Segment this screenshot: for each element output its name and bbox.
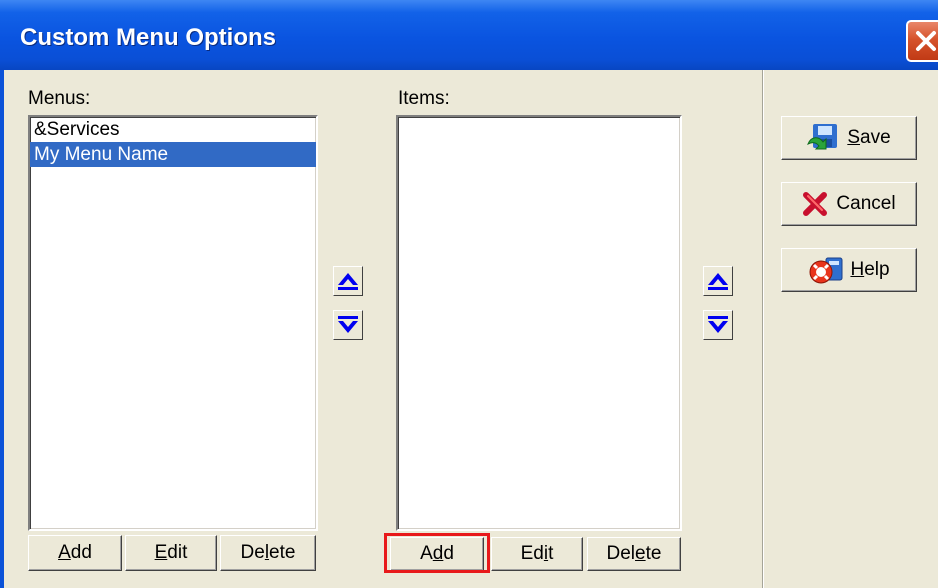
- items-move-up-button[interactable]: [703, 266, 733, 296]
- custom-menu-options-dialog: Custom Menu Options Menus: &Services My …: [0, 0, 938, 588]
- cancel-button[interactable]: Cancel: [781, 182, 917, 226]
- items-edit-label-post: t: [548, 543, 554, 564]
- arrow-down-icon: [338, 316, 358, 333]
- window-left-edge: [0, 70, 4, 588]
- items-delete-button[interactable]: Del e te: [587, 537, 681, 571]
- help-label-accel: H: [850, 259, 865, 280]
- menus-add-label-post: dd: [70, 542, 92, 563]
- menus-delete-label-post: ete: [269, 542, 296, 563]
- window-title: Custom Menu Options: [20, 24, 276, 51]
- cancel-label: Cancel: [836, 193, 896, 214]
- menus-edit-button[interactable]: Edit: [125, 535, 217, 571]
- arrow-down-icon: [708, 316, 728, 333]
- arrow-up-icon: [338, 273, 358, 290]
- items-listbox[interactable]: [396, 115, 682, 531]
- help-label-post: elp: [864, 259, 890, 280]
- menus-add-label-accel: A: [58, 542, 71, 563]
- save-icon: [807, 124, 838, 150]
- list-item-services[interactable]: &Services: [30, 117, 316, 142]
- cancel-icon: [803, 192, 828, 216]
- menus-move-down-button[interactable]: [333, 310, 363, 340]
- save-label-accel: S: [847, 127, 861, 148]
- list-item-my-menu-name[interactable]: My Menu Name: [30, 142, 316, 167]
- help-icon: [809, 257, 843, 284]
- arrow-up-icon: [708, 273, 728, 290]
- close-button[interactable]: [906, 20, 938, 62]
- menus-listbox[interactable]: &Services My Menu Name: [28, 115, 318, 531]
- add-button-highlight: [384, 533, 490, 573]
- items-edit-label-pre: Ed: [520, 543, 544, 564]
- save-label-post: ave: [860, 127, 891, 148]
- menus-edit-label-accel: E: [154, 542, 168, 563]
- menus-add-button[interactable]: Add: [28, 535, 122, 571]
- menus-edit-label-post: dit: [167, 542, 188, 563]
- title-bar[interactable]: Custom Menu Options: [0, 0, 938, 70]
- items-move-down-button[interactable]: [703, 310, 733, 340]
- help-button[interactable]: Help: [781, 248, 917, 292]
- action-panel: Save Cancel Help: [762, 70, 938, 588]
- save-button[interactable]: Save: [781, 116, 917, 160]
- menus-delete-button[interactable]: De l ete: [220, 535, 316, 571]
- menus-label: Menus:: [28, 88, 91, 109]
- menus-delete-label-pre: De: [240, 542, 265, 563]
- menus-move-up-button[interactable]: [333, 266, 363, 296]
- items-delete-label-accel: e: [635, 543, 646, 564]
- items-delete-label-post: te: [645, 543, 662, 564]
- close-icon: [916, 31, 936, 51]
- items-label: Items:: [398, 88, 450, 109]
- items-edit-button[interactable]: Ed i t: [491, 537, 583, 571]
- items-delete-label-pre: Del: [606, 543, 636, 564]
